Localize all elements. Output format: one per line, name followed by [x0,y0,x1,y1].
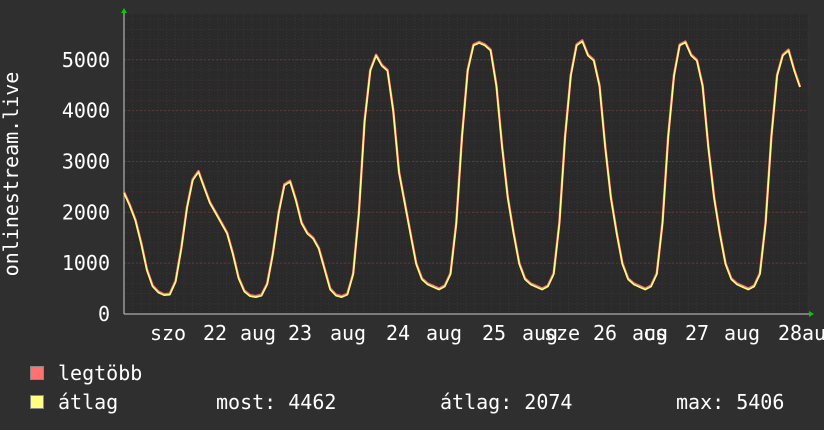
x-tick-label: sze [544,321,580,345]
y-axis-arrow [121,8,127,13]
line-chart: 010002000300040005000szo 22 aug 23 aug 24 aug 2… [0,8,824,345]
x-tick-label: aug [330,321,366,345]
y-tick-label: 1000 [62,251,110,275]
y-tick-label: 0 [98,302,110,326]
x-tick-label: 27 [685,321,709,345]
y-tick-label: 2000 [62,200,110,224]
y-axis-label: onlinestream.live [0,72,23,277]
stat-most: most: 4462 [216,390,337,414]
x-tick-label: aug [240,321,276,345]
stat-atlag: átlag: 2074 [440,390,573,414]
x-tick-label: cs [643,321,667,345]
x-tick-label: 22 [203,321,227,345]
legend-label-legtobb: legtöbb [58,361,143,385]
stat-max: max: 5406 [676,390,785,414]
x-tick-label: 28 [778,321,802,345]
x-tick-label: aug [724,321,760,345]
legend-swatch-atlag [30,395,44,409]
x-tick-label: 23 [288,321,312,345]
legend-label-atlag: átlag [58,390,119,414]
y-tick-label: 3000 [62,149,110,173]
x-tick-label: 25 [482,321,506,345]
x-tick-label: aug [802,321,824,345]
x-tick-label: 24 [386,321,410,345]
legend-swatch-legtobb [30,366,44,380]
x-tick-label: aug [426,321,462,345]
x-tick-label: szo [150,321,186,345]
x-tick-label: 26 [593,321,617,345]
legend-item-atlag: átlag [30,390,119,414]
y-tick-label: 4000 [62,99,110,123]
x-axis-arrow [809,311,814,317]
y-tick-label: 5000 [62,48,110,72]
legend-item-legtobb: legtöbb [30,361,143,385]
